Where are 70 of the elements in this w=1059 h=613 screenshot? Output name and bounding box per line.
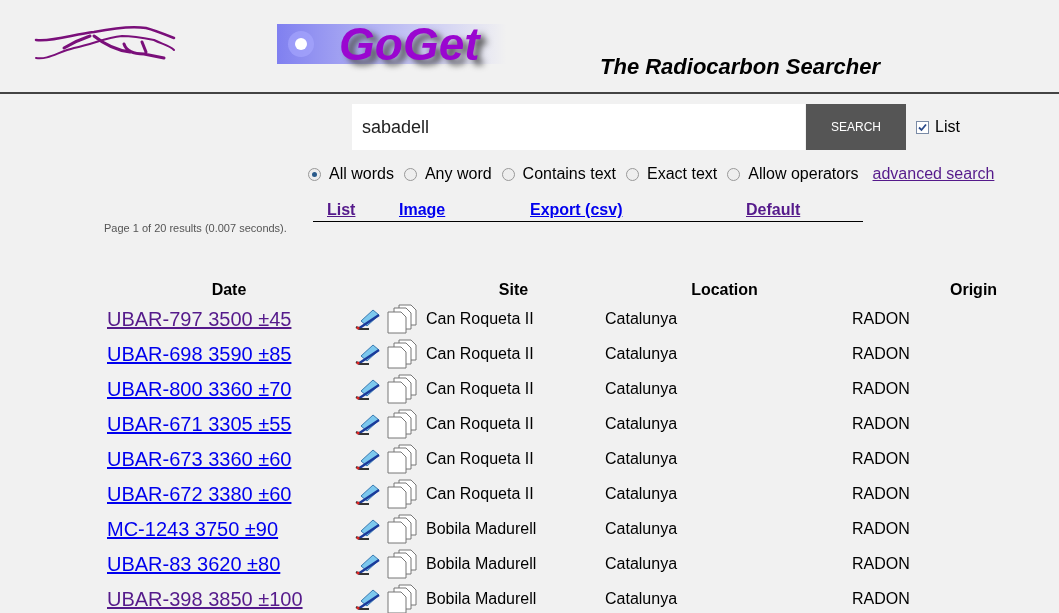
site-cell-text: Can Roqueta II <box>426 449 535 468</box>
location-cell-text: Catalunya <box>604 449 679 468</box>
column-header: Location <box>690 281 759 299</box>
date-link[interactable]: MC-1243 3750 ±90 <box>107 517 279 540</box>
origin-cell-text: RADON <box>851 484 911 503</box>
location-cell-text: Catalunya <box>604 309 679 328</box>
copy-icon[interactable] <box>387 548 417 579</box>
origin-cell-text: RADON <box>851 379 911 398</box>
view-link[interactable]: List <box>327 201 356 219</box>
date-link[interactable]: UBAR-83 3620 ±80 <box>107 552 281 575</box>
view-link[interactable]: Image <box>399 201 446 219</box>
date-link[interactable]: UBAR-398 3850 ±100 <box>107 587 303 610</box>
copy-icon[interactable] <box>387 373 417 404</box>
site-cell-text: Can Roqueta II <box>426 309 535 328</box>
copy-icon[interactable] <box>387 303 417 334</box>
copy-icon[interactable] <box>387 513 417 544</box>
location-cell-text: Catalunya <box>604 554 679 573</box>
copy-icon[interactable] <box>387 338 417 369</box>
origin-cell-text: RADON <box>851 449 911 468</box>
radio-button[interactable] <box>727 167 741 181</box>
location-cell-text: Catalunya <box>604 589 679 608</box>
location-cell-text: Catalunya <box>604 379 679 398</box>
checkbox-label: List <box>935 118 960 136</box>
date-link[interactable]: UBAR-672 3380 ±60 <box>107 482 292 505</box>
location-cell-text: Catalunya <box>604 519 679 538</box>
origin-cell-text: RADON <box>851 414 911 433</box>
date-link[interactable]: UBAR-673 3360 ±60 <box>107 447 292 470</box>
column-header: Date <box>210 281 248 299</box>
column-header: Site <box>497 281 530 299</box>
radio-button[interactable] <box>626 167 639 181</box>
radio-button[interactable] <box>501 167 515 181</box>
radio-label: Exact text <box>647 165 718 183</box>
radio-label: Allow operators <box>748 165 859 183</box>
radio-label: Contains text <box>522 165 616 183</box>
view-link[interactable]: Export (csv) <box>530 201 623 219</box>
date-link[interactable]: UBAR-698 3590 ±85 <box>107 342 292 365</box>
copy-icon[interactable] <box>387 408 417 439</box>
location-cell-text: Catalunya <box>604 344 679 363</box>
radio-label: All words <box>329 165 394 183</box>
origin-cell-text: RADON <box>851 344 911 363</box>
radio-button[interactable] <box>308 167 321 181</box>
date-link[interactable]: UBAR-671 3305 ±55 <box>107 412 292 435</box>
search-field[interactable]: sabadell <box>352 104 805 150</box>
search-button[interactable]: SEARCH <box>806 104 906 150</box>
view-link[interactable]: Default <box>746 201 801 219</box>
copy-icon[interactable] <box>387 583 417 613</box>
date-link[interactable]: UBAR-797 3500 ±45 <box>107 307 292 330</box>
site-cell-text: Bobila Madurell <box>426 519 538 538</box>
site-cell-text: Bobila Madurell <box>426 554 538 573</box>
origin-cell-text: RADON <box>851 519 911 538</box>
site-cell-text: Can Roqueta II <box>426 344 535 363</box>
result-info: Page 1 of 20 results (0.007 seconds). <box>104 222 288 236</box>
origin-cell-text: RADON <box>851 554 911 573</box>
advanced-search-link[interactable]: advanced search <box>872 165 995 183</box>
radio-button[interactable] <box>403 167 417 181</box>
origin-cell-text: RADON <box>851 309 911 328</box>
site-cell-text: Can Roqueta II <box>426 379 535 398</box>
copy-icon[interactable] <box>387 478 417 509</box>
copy-icon[interactable] <box>387 443 417 474</box>
date-link[interactable]: UBAR-800 3360 ±70 <box>107 377 292 400</box>
origin-cell-text: RADON <box>851 589 911 608</box>
site-cell-text: Can Roqueta II <box>426 414 535 433</box>
radio-label: Any word <box>424 165 492 183</box>
page-subtitle: The Radiocarbon Searcher <box>600 54 880 80</box>
list-checkbox[interactable] <box>916 120 929 134</box>
site-cell-text: Bobila Madurell <box>426 589 538 608</box>
location-cell-text: Catalunya <box>604 414 679 433</box>
site-cell-text: Can Roqueta II <box>426 484 535 503</box>
column-header: Origin <box>949 281 999 299</box>
location-cell-text: Catalunya <box>604 484 679 503</box>
